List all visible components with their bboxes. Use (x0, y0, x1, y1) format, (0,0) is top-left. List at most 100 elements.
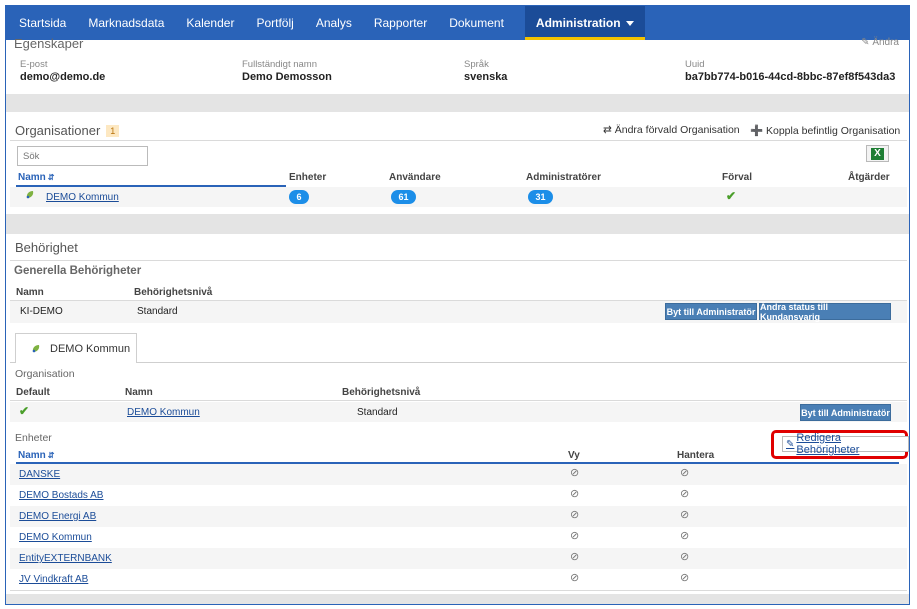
sort-icon: ⇵ (47, 173, 55, 182)
bottom-gray-strip (6, 594, 909, 604)
caret-down-icon (625, 20, 634, 26)
table-row (10, 548, 907, 569)
change-default-org-label: Ändra förvald Organisation (614, 124, 740, 136)
pencil-square-icon: ✎ (861, 37, 870, 48)
table-row (10, 506, 907, 527)
unit-row-link[interactable]: DEMO Bostads AB (19, 490, 103, 501)
properties-edit-label: Ändra (872, 37, 899, 48)
units-col-manage: Hantera (677, 450, 715, 461)
orgs-count-badge: 1 (106, 125, 120, 137)
unit-row-link[interactable]: EntityEXTERNBANK (19, 553, 112, 564)
swap-arrows-icon: ⇄ (603, 124, 612, 136)
perm-title: Behörighet (15, 240, 78, 255)
tab-demo-kommun-label: DEMO Kommun (50, 342, 131, 355)
orgs-col-users: Användare (389, 172, 441, 183)
tab-demo-kommun[interactable]: DEMO Kommun (15, 333, 137, 363)
orgs-title: Organisationer 1 (15, 123, 120, 138)
not-allowed-icon: ⊘ (680, 467, 690, 479)
org-col-default: Default (16, 387, 50, 398)
checkmark-icon: ✔ (19, 404, 30, 418)
org-perm-row-link[interactable]: DEMO Kommun (127, 407, 200, 418)
nav-dokument[interactable]: Dokument (438, 6, 515, 40)
change-default-org-link[interactable]: ⇄ Ändra förvald Organisation (603, 124, 740, 136)
nav-administration-label: Administration (535, 16, 621, 30)
org-col-level: Behörighetsnivå (342, 387, 421, 398)
connect-org-link[interactable]: ➕ Koppla befintlig Organisation (750, 124, 900, 137)
general-col-name: Namn (16, 287, 44, 298)
table-row (10, 569, 907, 590)
general-perm-title: Generella Behörigheter (14, 265, 142, 277)
properties-edit-link[interactable]: ✎ Ändra (861, 37, 899, 48)
prop-language-label: Språk (464, 59, 489, 70)
org-admins-pill[interactable]: 31 (528, 190, 553, 204)
units-col-view: Vy (568, 450, 580, 461)
prop-fullname-value: Demo Demosson (242, 71, 332, 83)
not-allowed-icon: ⊘ (570, 551, 580, 563)
prop-uuid-value: ba7bb774-b016-44cd-8bbc-87ef8f543da3 (685, 71, 896, 83)
orgs-col-actions: Åtgärder (848, 172, 890, 183)
org-perm-title: Organisation (15, 368, 75, 380)
org-switch-to-admin-button[interactable]: Byt till Administratör (800, 404, 891, 421)
units-col-name[interactable]: Namn ⇵ (18, 450, 55, 461)
not-allowed-icon: ⊘ (570, 488, 580, 500)
orgs-col-name-label: Namn (18, 172, 46, 183)
prop-fullname-label: Fullständigt namn (242, 59, 317, 70)
change-status-button[interactable]: Ändra status till Kundansvarig (759, 302, 891, 322)
connect-org-label: Koppla befintlig Organisation (766, 125, 901, 137)
nav-rapporter[interactable]: Rapporter (363, 6, 438, 40)
properties-heading: Egenskaper (14, 36, 84, 51)
switch-to-admin-button[interactable]: Byt till Administratör (665, 303, 757, 320)
section-separator (6, 94, 909, 112)
nav-startsida[interactable]: Startsida (6, 6, 77, 40)
table-row (10, 464, 907, 485)
org-units-pill[interactable]: 6 (289, 190, 309, 204)
not-allowed-icon: ⊘ (680, 509, 690, 521)
table-row (10, 485, 907, 506)
nav-administration[interactable]: Administration (524, 6, 645, 40)
export-excel-button[interactable]: X (866, 145, 889, 162)
general-col-level: Behörighetsnivå (134, 287, 213, 298)
nav-marknadsdata[interactable]: Marknadsdata (77, 6, 175, 40)
orgs-col-name[interactable]: Namn ⇵ (18, 172, 55, 183)
nav-portfolj[interactable]: Portfölj (245, 6, 304, 40)
prop-language: Språk svenska (464, 59, 507, 83)
unit-row-link[interactable]: DEMO Energi AB (19, 511, 96, 522)
prop-fullname: Fullständigt namn Demo Demosson (242, 59, 332, 83)
not-allowed-icon: ⊘ (680, 551, 690, 563)
section-separator (6, 214, 909, 234)
prop-email-label: E-post (20, 59, 48, 70)
orgs-divider (10, 140, 907, 141)
not-allowed-icon: ⊘ (680, 488, 690, 500)
sort-icon: ⇵ (47, 451, 55, 460)
tab-bar-line (10, 362, 907, 363)
not-allowed-icon: ⊘ (570, 530, 580, 542)
org-search-input[interactable] (17, 146, 148, 166)
prop-email: E-post demo@demo.de (20, 59, 105, 83)
org-users-pill[interactable]: 61 (391, 190, 416, 204)
unit-row-link[interactable]: DEMO Kommun (19, 532, 92, 543)
table-row (10, 527, 907, 548)
orgs-col-units: Enheter (289, 172, 327, 183)
not-allowed-icon: ⊘ (570, 572, 580, 584)
pencil-square-icon: ✎ (786, 438, 795, 450)
nav-analys[interactable]: Analys (305, 6, 363, 40)
not-allowed-icon: ⊘ (570, 467, 580, 479)
unit-row-link[interactable]: JV Vindkraft AB (19, 574, 88, 585)
prop-email-value: demo@demo.de (20, 71, 106, 83)
not-allowed-icon: ⊘ (680, 530, 690, 542)
org-leaf-icon (25, 190, 35, 200)
units-title: Enheter (15, 432, 52, 444)
org-leaf-icon (31, 344, 41, 354)
edit-permissions-link[interactable]: ✎ Redigera Behörigheter (782, 432, 909, 456)
general-row-level: Standard (137, 306, 178, 317)
app-frame: Startsida Marknadsdata Kalender Portfölj… (5, 5, 910, 605)
perm-divider (10, 260, 907, 261)
top-nav: Startsida Marknadsdata Kalender Portfölj… (6, 6, 909, 40)
org-row-name-link[interactable]: DEMO Kommun (46, 192, 119, 203)
excel-icon: X (871, 147, 884, 160)
org-perm-row-level: Standard (357, 407, 398, 418)
org-header-divider (10, 400, 907, 401)
unit-row-link[interactable]: DANSKE (19, 469, 60, 480)
nav-kalender[interactable]: Kalender (175, 6, 245, 40)
not-allowed-icon: ⊘ (680, 572, 690, 584)
